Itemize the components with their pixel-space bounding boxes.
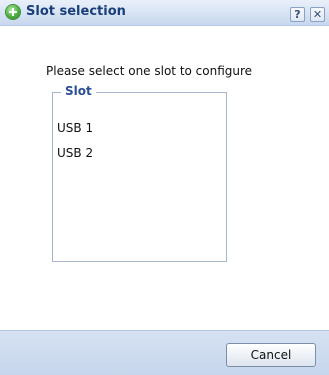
slot-item-usb-2[interactable]: USB 2 bbox=[57, 146, 93, 160]
dialog-footer: Cancel bbox=[0, 330, 329, 375]
slot-group-legend: Slot bbox=[61, 84, 96, 98]
prompt-text: Please select one slot to configure bbox=[46, 64, 253, 78]
slot-selection-dialog: Slot selection ? ✕ Please select one slo… bbox=[0, 0, 329, 375]
title-bar[interactable]: Slot selection ? ✕ bbox=[0, 0, 329, 26]
dialog-title: Slot selection bbox=[26, 4, 126, 19]
cancel-button[interactable]: Cancel bbox=[226, 343, 316, 367]
slot-item-usb-1[interactable]: USB 1 bbox=[57, 121, 93, 135]
help-button[interactable]: ? bbox=[290, 7, 305, 22]
add-icon bbox=[6, 5, 20, 19]
close-button[interactable]: ✕ bbox=[310, 7, 325, 22]
slot-group: Slot USB 1 USB 2 bbox=[52, 84, 227, 262]
